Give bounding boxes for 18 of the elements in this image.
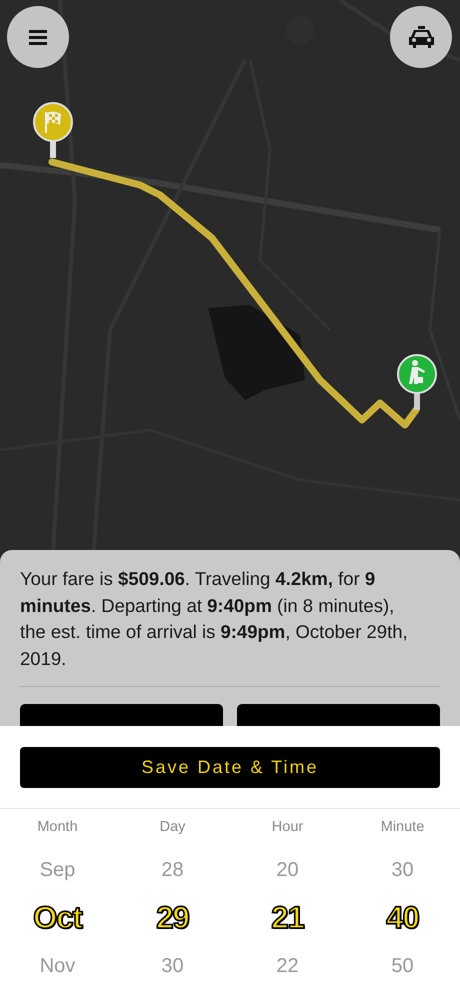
fare-summary: Your fare is $509.06. Traveling 4.2km, for 9 minutes. Departing at 9:40pm (in 8 minutes), the est. time of arrival is 9:49pm, October 29th, 2019. bbox=[20, 566, 440, 687]
picker-column-label: Month bbox=[37, 818, 78, 837]
save-date-time-button[interactable]: Save Date & Time bbox=[20, 747, 440, 788]
selected-picker-option[interactable]: 29 bbox=[156, 894, 189, 942]
picker-column-label: Day bbox=[160, 818, 186, 837]
picker-option[interactable]: 28 bbox=[161, 846, 184, 894]
picker-option[interactable]: 30 bbox=[161, 942, 184, 990]
picker-option[interactable]: 30 bbox=[391, 846, 414, 894]
picker-option[interactable]: 50 bbox=[391, 942, 414, 990]
picker-option[interactable]: Nov bbox=[40, 942, 76, 990]
picker-column-label: Hour bbox=[272, 818, 304, 837]
picker-option[interactable]: Sep bbox=[40, 846, 76, 894]
picker-column-label: Minute bbox=[380, 818, 424, 837]
picker-option[interactable]: 20 bbox=[276, 846, 299, 894]
picker-option[interactable]: 22 bbox=[276, 942, 299, 990]
selected-picker-option[interactable]: 21 bbox=[271, 894, 304, 942]
selected-picker-option[interactable]: 40 bbox=[386, 894, 419, 942]
selected-picker-option[interactable]: Oct bbox=[33, 894, 82, 942]
